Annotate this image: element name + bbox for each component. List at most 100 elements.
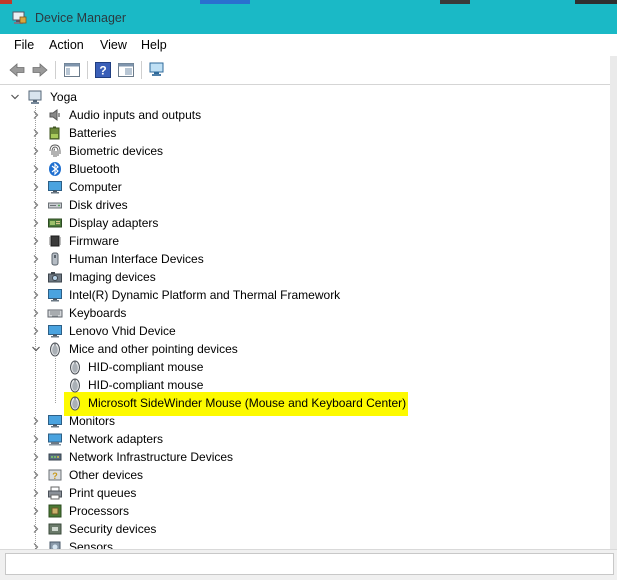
tree-category[interactable]: Processors — [5, 502, 615, 520]
back-arrow-icon[interactable] — [8, 61, 26, 79]
chevron-right-icon[interactable] — [31, 325, 41, 337]
processor-icon — [48, 504, 62, 518]
chevron-right-icon[interactable] — [31, 253, 41, 265]
tree-category[interactable]: Keyboards — [5, 304, 615, 322]
tree-label: Network Infrastructure Devices — [69, 450, 234, 464]
menu-view[interactable]: View — [100, 38, 127, 52]
chevron-right-icon[interactable] — [31, 109, 41, 121]
chevron-right-icon[interactable] — [31, 505, 41, 517]
tree-label: Mice and other pointing devices — [69, 342, 238, 356]
tree-label: Biometric devices — [69, 144, 164, 158]
chevron-right-icon[interactable] — [31, 307, 41, 319]
chevron-right-icon[interactable] — [31, 181, 41, 193]
tree-root[interactable]: Yoga — [5, 88, 615, 106]
chevron-right-icon[interactable] — [31, 451, 41, 463]
menu-help[interactable]: Help — [141, 38, 167, 52]
security-icon — [48, 523, 62, 535]
tree-category[interactable]: Imaging devices — [5, 268, 615, 286]
tree-category[interactable]: Print queues — [5, 484, 615, 502]
show-hide-console-tree-icon[interactable] — [63, 61, 81, 79]
tree-category[interactable]: ? Other devices — [5, 466, 615, 484]
tree-label: Print queues — [69, 486, 137, 500]
device-tree[interactable]: Yoga Audio inputs and outputs Batteries Bio… — [5, 85, 615, 549]
tree-category[interactable]: Lenovo Vhid Device — [5, 322, 615, 340]
tree-category[interactable]: Intel(R) Dynamic Platform and Thermal Fr… — [5, 286, 615, 304]
tree-category[interactable]: Human Interface Devices — [5, 250, 615, 268]
tree-label: Imaging devices — [69, 270, 156, 284]
chevron-right-icon[interactable] — [31, 415, 41, 427]
tree-category[interactable]: Computer — [5, 178, 615, 196]
tree-category[interactable]: Audio inputs and outputs — [5, 106, 615, 124]
chevron-right-icon[interactable] — [31, 217, 41, 229]
tree-category[interactable]: Display adapters — [5, 214, 615, 232]
toolbar: ? — [0, 56, 617, 85]
monitor-icon — [48, 415, 62, 428]
tree-category[interactable]: Network adapters — [5, 430, 615, 448]
mouse-icon — [70, 360, 80, 375]
tree-category[interactable]: Security devices — [5, 520, 615, 538]
menu-action[interactable]: Action — [49, 38, 84, 52]
display-adapter-icon — [48, 218, 62, 228]
chevron-right-icon[interactable] — [31, 433, 41, 445]
tree-label: Security devices — [69, 522, 157, 536]
tree-category[interactable]: Biometric devices — [5, 142, 615, 160]
menu-file[interactable]: File — [14, 38, 34, 52]
tree-category[interactable]: Bluetooth — [5, 160, 615, 178]
chevron-right-icon[interactable] — [31, 163, 41, 175]
mouse-icon — [50, 342, 60, 357]
tree-category[interactable]: Firmware — [5, 232, 615, 250]
chevron-right-icon[interactable] — [31, 271, 41, 283]
tree-label: Network adapters — [69, 432, 164, 446]
tree-label: Yoga — [50, 90, 77, 104]
chevron-down-icon[interactable] — [31, 343, 41, 355]
tree-category[interactable]: Monitors — [5, 412, 615, 430]
monitor-icon — [48, 289, 62, 302]
computer-icon — [28, 90, 42, 104]
tree-label: Batteries — [69, 126, 117, 140]
tree-category[interactable]: Sensors — [5, 538, 615, 549]
status-bar — [0, 549, 617, 580]
chevron-right-icon[interactable] — [31, 199, 41, 211]
monitor-icon — [48, 181, 62, 194]
chevron-right-icon[interactable] — [31, 487, 41, 499]
speaker-icon — [49, 109, 60, 121]
mouse-icon — [70, 378, 80, 393]
chevron-right-icon[interactable] — [31, 289, 41, 301]
printer-icon — [48, 486, 62, 500]
tree-label: Human Interface Devices — [69, 252, 204, 266]
scan-hardware-icon[interactable] — [148, 61, 166, 79]
chevron-right-icon[interactable] — [31, 523, 41, 535]
camera-icon — [48, 272, 62, 283]
tree-child-item[interactable]: HID-compliant mouse — [5, 358, 615, 376]
chevron-right-icon[interactable] — [31, 127, 41, 139]
chevron-right-icon[interactable] — [31, 235, 41, 247]
menu-bar: File Action View Help — [0, 34, 617, 56]
tree-label: Lenovo Vhid Device — [69, 324, 176, 338]
tree-label: Disk drives — [69, 198, 128, 212]
tree-child-item[interactable]: HID-compliant mouse — [5, 376, 615, 394]
device-manager-window: Device Manager File Action View Help ? Y… — [0, 0, 617, 580]
tree-label: HID-compliant mouse — [88, 360, 204, 374]
bluetooth-icon — [49, 162, 61, 176]
tree-category[interactable]: Disk drives — [5, 196, 615, 214]
chevron-right-icon[interactable] — [31, 145, 41, 157]
tree-label: HID-compliant mouse — [88, 378, 204, 392]
properties-icon[interactable] — [117, 61, 135, 79]
tree-category[interactable]: Mice and other pointing devices — [5, 340, 615, 358]
title-bar[interactable]: Device Manager — [0, 0, 617, 34]
keyboard-icon — [47, 309, 63, 318]
tree-category[interactable]: Network Infrastructure Devices — [5, 448, 615, 466]
tree-label: Firmware — [69, 234, 119, 248]
tree-category[interactable]: Batteries — [5, 124, 615, 142]
fingerprint-icon — [49, 144, 61, 157]
tree-label: Other devices — [69, 468, 144, 482]
sensor-icon — [49, 541, 61, 549]
device-manager-app-icon — [12, 11, 27, 24]
chevron-right-icon[interactable] — [31, 469, 41, 481]
chevron-right-icon[interactable] — [31, 541, 41, 549]
forward-arrow-icon[interactable] — [31, 61, 49, 79]
unknown-device-icon: ? — [48, 469, 62, 481]
chevron-down-icon[interactable] — [10, 91, 20, 103]
tree-child-item-selected[interactable]: Microsoft SideWinder Mouse (Mouse and Ke… — [5, 394, 615, 412]
help-icon[interactable]: ? — [94, 61, 112, 79]
